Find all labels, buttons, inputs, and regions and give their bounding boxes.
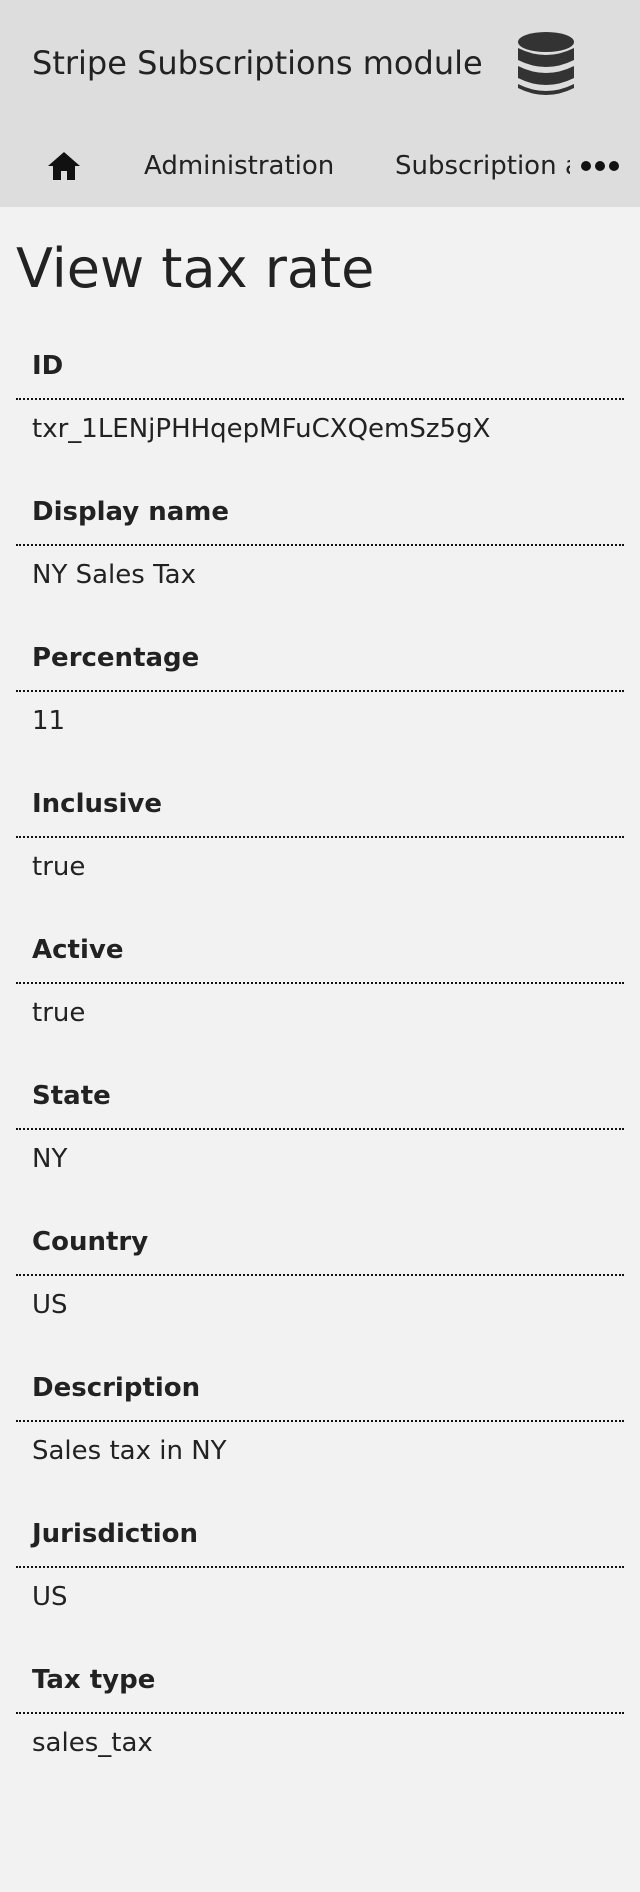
field-jurisdiction: Jurisdiction US — [16, 1505, 624, 1651]
field-label: ID — [16, 337, 624, 400]
field-value: 11 — [32, 706, 66, 736]
field-value: txr_1LENjPHHqepMFuCXQemSz5gX — [32, 414, 491, 444]
field-description: Description Sales tax in NY — [16, 1359, 624, 1505]
field-label: Tax type — [16, 1651, 624, 1714]
nav-link-subscription[interactable]: Subscription and Tax rates — [395, 150, 570, 182]
database-icon — [518, 32, 574, 95]
field-inclusive: Inclusive true — [16, 775, 624, 921]
field-label: Country — [16, 1213, 624, 1276]
field-value: true — [32, 852, 86, 882]
page-title: View tax rate — [16, 237, 375, 300]
field-label: Inclusive — [16, 775, 624, 838]
field-label: Display name — [16, 483, 624, 546]
field-label: State — [16, 1067, 624, 1130]
field-label: Description — [16, 1359, 624, 1422]
field-value: US — [32, 1582, 68, 1612]
field-value: US — [32, 1290, 68, 1320]
field-country: Country US — [16, 1213, 624, 1359]
field-tax-type: Tax type sales_tax — [16, 1651, 624, 1797]
field-label: Percentage — [16, 629, 624, 692]
field-display-name: Display name NY Sales Tax — [16, 483, 624, 629]
field-value: true — [32, 998, 86, 1028]
field-active: Active true — [16, 921, 624, 1067]
more-horizontal-icon[interactable] — [580, 154, 620, 178]
field-id: ID txr_1LENjPHHqepMFuCXQemSz5gX — [16, 337, 624, 483]
field-percentage: Percentage 11 — [16, 629, 624, 775]
field-value: NY Sales Tax — [32, 560, 196, 590]
field-value: Sales tax in NY — [32, 1436, 227, 1466]
field-state: State NY — [16, 1067, 624, 1213]
field-label: Jurisdiction — [16, 1505, 624, 1568]
field-value: sales_tax — [32, 1728, 153, 1758]
field-value: NY — [32, 1144, 68, 1174]
field-label: Active — [16, 921, 624, 984]
tax-rate-details: ID txr_1LENjPHHqepMFuCXQemSz5gX Display … — [16, 337, 624, 1797]
